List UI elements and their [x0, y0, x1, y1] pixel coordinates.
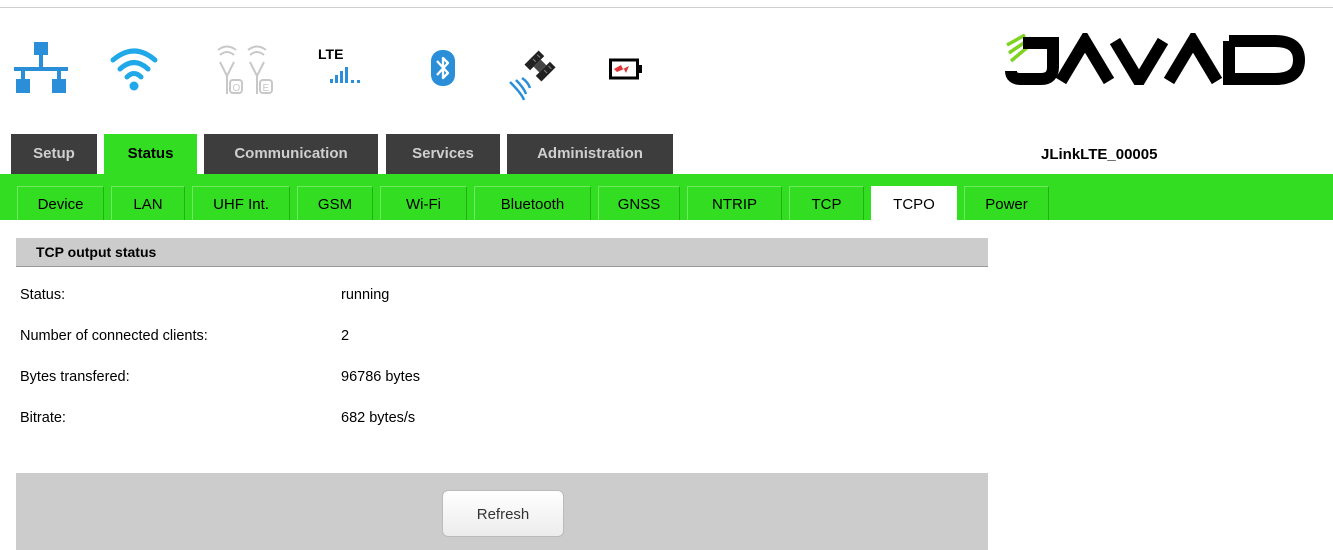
uhf-radio-icon: O E — [217, 45, 273, 94]
connected-clients-label: Number of connected clients: — [20, 328, 208, 344]
top-divider — [0, 7, 1333, 8]
subtab-wifi[interactable]: Wi-Fi — [380, 186, 467, 220]
connected-clients-value: 2 — [341, 328, 350, 344]
status-value: running — [341, 287, 390, 303]
subtab-gnss[interactable]: GNSS — [598, 186, 680, 220]
subtab-lan[interactable]: LAN — [111, 186, 185, 220]
subtab-bluetooth[interactable]: Bluetooth — [474, 186, 591, 220]
section-header: TCP output status — [16, 238, 988, 267]
bitrate-value: 682 bytes/s — [341, 410, 416, 426]
tab-communication[interactable]: Communication — [204, 134, 378, 174]
uhf-sub-label-o: O — [233, 83, 241, 94]
subtab-ntrip[interactable]: NTRIP — [687, 186, 782, 220]
sub-nav: Device LAN UHF Int. GSM Wi-Fi Bluetooth … — [0, 174, 1333, 220]
bytes-transfered-label: Bytes transfered: — [20, 369, 130, 385]
refresh-button[interactable]: Refresh — [442, 490, 564, 537]
tab-administration[interactable]: Administration — [507, 134, 673, 174]
subtab-device[interactable]: Device — [17, 186, 104, 220]
tab-status[interactable]: Status — [104, 134, 197, 174]
subtab-gsm[interactable]: GSM — [297, 186, 373, 220]
section-title: TCP output status — [36, 244, 157, 260]
lte-label: LTE — [318, 46, 344, 62]
lan-icon — [14, 42, 68, 93]
battery-charging-icon — [609, 58, 642, 80]
tab-services[interactable]: Services — [386, 134, 500, 174]
gnss-satellite-icon — [509, 50, 556, 101]
subtab-power[interactable]: Power — [964, 186, 1049, 220]
subtab-uhf-int[interactable]: UHF Int. — [192, 186, 290, 220]
tab-setup[interactable]: Setup — [11, 134, 97, 174]
javad-logo — [1005, 33, 1306, 85]
bitrate-label: Bitrate: — [20, 410, 66, 426]
bluetooth-icon — [431, 50, 455, 86]
bytes-transfered-value: 96786 bytes — [341, 369, 421, 385]
subtab-tcpo[interactable]: TCPO — [871, 186, 957, 220]
status-label: Status: — [20, 287, 66, 303]
lte-signal-icon: LTE — [318, 46, 374, 90]
uhf-sub-label-e: E — [263, 83, 270, 94]
device-name: JLinkLTE_00005 — [1041, 146, 1158, 163]
wifi-icon — [110, 48, 158, 91]
subtab-tcp[interactable]: TCP — [789, 186, 864, 220]
